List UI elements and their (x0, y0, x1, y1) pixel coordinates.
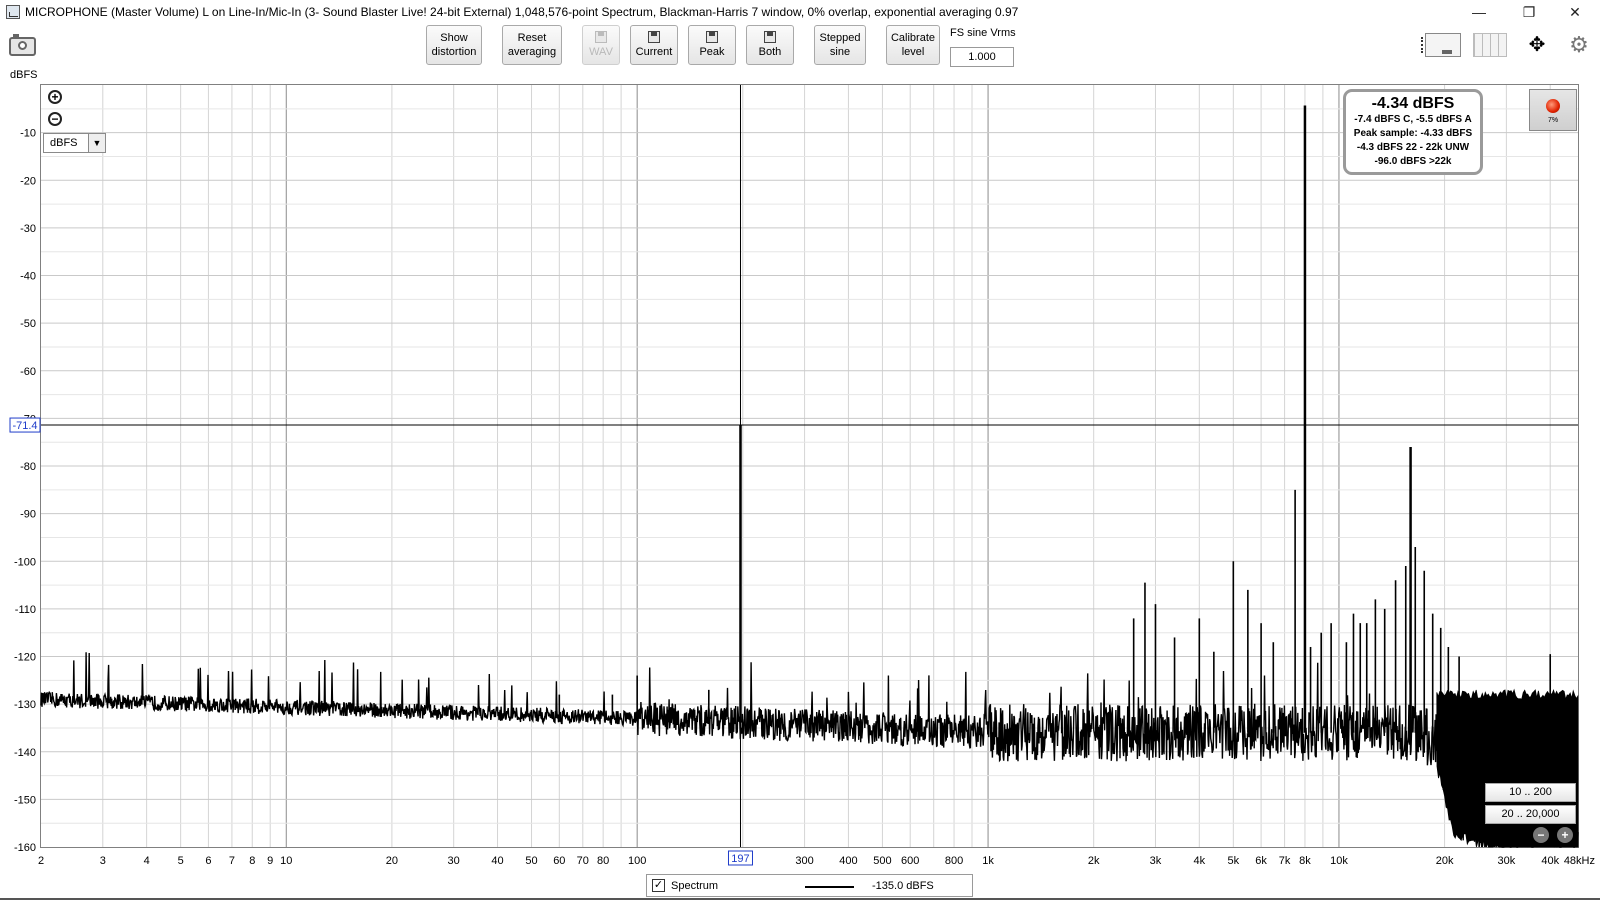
x-tick-label: 20k (1436, 855, 1454, 867)
zoom-in-icon[interactable]: + (48, 90, 62, 104)
x-tick-label: 8 (249, 855, 255, 867)
x-tick-label: 5 (178, 855, 184, 867)
y-tick-label: -130 (14, 699, 36, 711)
cursor-level-label: -71.4 (12, 420, 37, 432)
legend-series-name: Spectrum (671, 880, 719, 892)
y-tick-label: -40 (20, 271, 36, 283)
legend-series-value: -135.0 dBFS (872, 880, 934, 892)
x-tick-label: 400 (839, 855, 857, 867)
readout-above-22k: -96.0 dBFS >22k (1374, 156, 1452, 167)
y-tick-label: -60 (20, 366, 36, 378)
zoom-in-small-icon[interactable]: + (1557, 827, 1573, 843)
x-tick-label: 80 (597, 855, 609, 867)
x-tick-label: 5k (1228, 855, 1240, 867)
y-tick-label: -160 (14, 842, 36, 854)
x-tick-label: 100 (628, 855, 646, 867)
x-tick-label: 9 (267, 855, 273, 867)
x-tick-label: 6 (205, 855, 211, 867)
x-tick-label: 7 (229, 855, 235, 867)
x-tick-label: 3k (1150, 855, 1162, 867)
x-tick-label: 600 (901, 855, 919, 867)
zoom-out-icon[interactable]: − (48, 112, 62, 126)
y-tick-label: -50 (20, 318, 36, 330)
range-10-200-button[interactable]: 10 .. 200 (1485, 783, 1576, 802)
level-readout-panel: -4.34 dBFS -7.4 dBFS C, -5.5 dBFS A Peak… (1343, 89, 1483, 175)
x-tick-label: 40 (491, 855, 503, 867)
x-tick-label: 500 (873, 855, 891, 867)
y-tick-label: -150 (14, 794, 36, 806)
legend-line-swatch (805, 886, 854, 888)
y-tick-label: -10 (20, 128, 36, 140)
y-tick-label: -100 (14, 556, 36, 568)
x-tick-label: 10k (1330, 855, 1348, 867)
x-tick-label: 70 (577, 855, 589, 867)
readout-weighted: -7.4 dBFS C, -5.5 dBFS A (1354, 114, 1472, 125)
readout-peak-sample: Peak sample: -4.33 dBFS (1353, 128, 1473, 139)
x-tick-label: 50 (525, 855, 537, 867)
y-tick-label: -20 (20, 175, 36, 187)
x-tick-label: 2k (1088, 855, 1100, 867)
x-tick-label: 60 (553, 855, 565, 867)
legend: ✓ Spectrum -135.0 dBFS (646, 874, 973, 897)
y-tick-label: -90 (20, 509, 36, 521)
x-tick-label: 4 (144, 855, 150, 867)
x-tick-label: 3 (100, 855, 106, 867)
readout-main-level: -4.34 dBFS (1371, 95, 1455, 112)
range-20-20000-button[interactable]: 20 .. 20,000 (1485, 805, 1576, 824)
spectrum-checkbox[interactable]: ✓ (652, 879, 665, 892)
x-tick-label: 2 (38, 855, 44, 867)
x-tick-label: 30k (1498, 855, 1516, 867)
x-tick-label: 4k (1194, 855, 1206, 867)
x-tick-label: 8k (1299, 855, 1311, 867)
x-tick-label: 6k (1255, 855, 1267, 867)
readout-unweighted: -4.3 dBFS 22 - 22k UNW (1356, 142, 1470, 153)
record-led-icon (1546, 99, 1560, 113)
x-tick-label: 40k (1541, 855, 1559, 867)
y-tick-label: -80 (20, 461, 36, 473)
units-dropdown-value: dBFS (50, 137, 78, 149)
record-percent: 7% (1547, 117, 1559, 124)
x-tick-label: 20 (386, 855, 398, 867)
y-tick-label: -110 (15, 604, 36, 616)
cursor-frequency-label: 197 (731, 853, 749, 865)
x-tick-label: 48kHz (1564, 855, 1595, 867)
x-tick-label: 30 (448, 855, 460, 867)
chevron-down-icon: ▼ (88, 134, 105, 152)
x-tick-label: 10 (280, 855, 292, 867)
x-tick-label: 300 (795, 855, 813, 867)
zoom-out-small-icon[interactable]: − (1533, 827, 1549, 843)
x-tick-label: 7k (1279, 855, 1291, 867)
y-tick-label: -140 (14, 747, 36, 759)
spectrum-trace (40, 652, 1579, 848)
record-button[interactable]: 7% (1529, 89, 1577, 131)
y-tick-label: -120 (14, 652, 36, 664)
x-tick-label: 800 (945, 855, 963, 867)
units-dropdown[interactable]: dBFS ▼ (43, 133, 106, 153)
x-tick-label: 1k (982, 855, 994, 867)
y-tick-label: -30 (20, 223, 36, 235)
